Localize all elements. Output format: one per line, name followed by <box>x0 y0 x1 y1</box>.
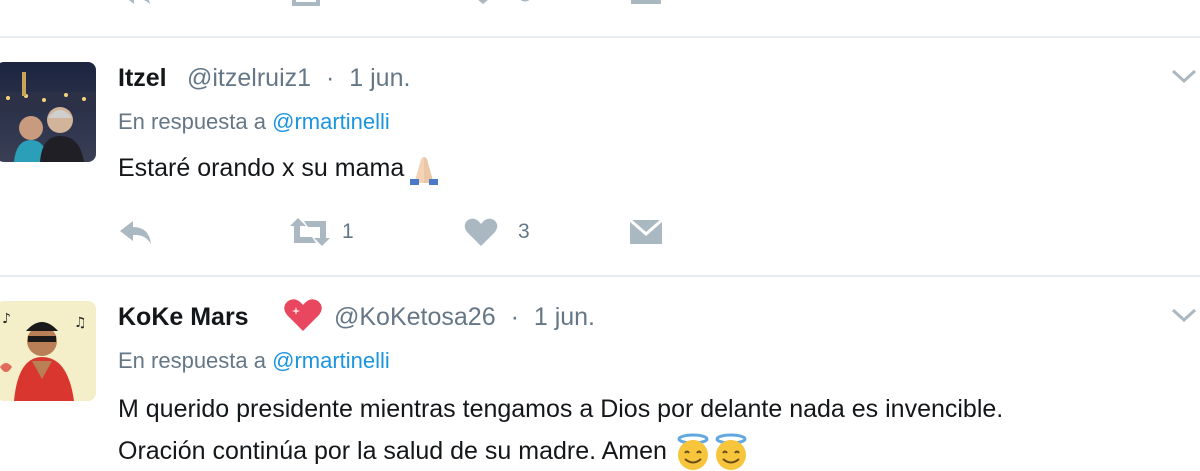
reply-context: En respuesta a @rmartinelli <box>118 348 390 374</box>
avatar[interactable]: ♪ ♫ <box>0 301 96 401</box>
tweet-text-body: Estaré orando x su mama <box>118 154 405 182</box>
separator: · <box>325 64 335 92</box>
retweet-button[interactable]: 1 <box>288 214 354 250</box>
tweet-text-line-2: Oración continúa por la salud de su madr… <box>118 432 750 471</box>
heart-icon[interactable] <box>465 0 501 6</box>
reply-mention[interactable]: @rmartinelli <box>272 348 390 373</box>
svg-text:♪: ♪ <box>2 311 11 327</box>
reply-prefix: En respuesta a <box>118 348 266 373</box>
reply-context: En respuesta a @rmartinelli <box>118 109 390 135</box>
reply-icon[interactable] <box>120 0 156 6</box>
tweet-date[interactable]: 1 jun. <box>534 303 595 331</box>
tweet-itzel[interactable]: Itzel @itzelruiz1 · 1 jun. En respuesta … <box>0 38 1200 275</box>
chevron-down-icon[interactable] <box>1170 66 1198 86</box>
user-handle[interactable]: @itzelruiz1 <box>187 64 311 92</box>
tweet-text-body: Oración continúa por la salud de su madr… <box>118 437 667 465</box>
message-icon[interactable] <box>628 217 664 247</box>
reply-prefix: En respuesta a <box>118 109 266 134</box>
svg-text:♫: ♫ <box>74 315 87 331</box>
reply-mention[interactable]: @rmartinelli <box>272 109 390 134</box>
folded-hands-emoji <box>410 157 439 186</box>
display-name[interactable]: Itzel <box>118 64 167 93</box>
like-count: 3 <box>518 220 530 243</box>
heart-icon[interactable] <box>464 217 498 247</box>
retweet-icon[interactable] <box>290 0 326 6</box>
chevron-down-icon[interactable] <box>1170 305 1198 325</box>
display-name[interactable]: KoKe Mars <box>118 303 249 332</box>
separator: · <box>510 303 519 331</box>
handle-line: @KoKetosa26 · 1 jun. <box>334 303 595 332</box>
like-button[interactable]: 3 <box>464 214 530 250</box>
handle-line: @itzelruiz1 · 1 jun. <box>187 64 410 93</box>
tweet-text-line-1: M querido presidente mientras tengamos a… <box>118 395 1004 423</box>
tweet-koke-mars[interactable]: ♪ ♫ KoKe Mars @KoKetosa26 · 1 jun. En re… <box>0 277 1200 471</box>
direct-message-button[interactable] <box>628 214 664 250</box>
sparkling-heart-emoji <box>284 299 322 331</box>
tweet-text: Estaré orando x su mama <box>118 149 444 187</box>
user-handle[interactable]: @KoKetosa26 <box>334 303 496 331</box>
tweet-date[interactable]: 1 jun. <box>349 64 410 92</box>
previous-tweet-actions <box>0 0 1200 6</box>
retweet-count: 1 <box>342 220 354 243</box>
like-count-fragment <box>520 0 530 2</box>
reply-button[interactable] <box>118 214 154 250</box>
message-icon[interactable] <box>628 0 664 6</box>
retweet-icon[interactable] <box>288 217 332 247</box>
avatar[interactable] <box>0 62 96 162</box>
smiling-face-with-halo-emoji <box>677 433 709 471</box>
reply-icon[interactable] <box>118 218 154 246</box>
smiling-face-with-halo-emoji <box>715 433 747 471</box>
tweet-actions: 1 3 <box>118 214 718 250</box>
